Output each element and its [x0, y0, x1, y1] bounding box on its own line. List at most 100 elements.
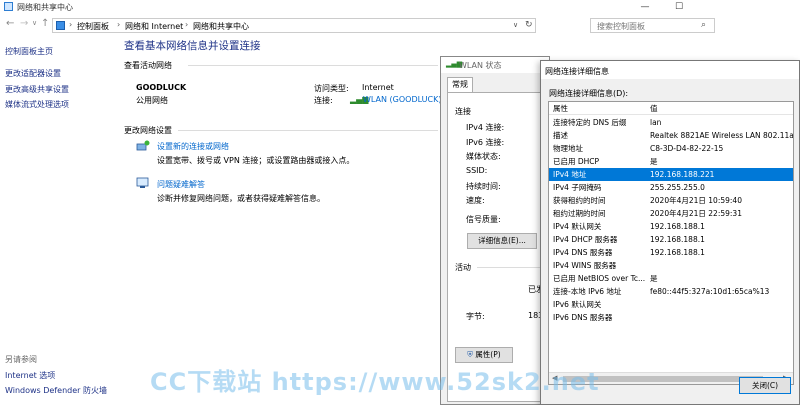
active-networks-title: 查看活动网络	[124, 61, 172, 70]
details-row[interactable]: 已启用 NetBIOS over Tc... 是	[549, 272, 793, 285]
details-row[interactable]: IPv4 DHCP 服务器 192.168.188.1	[549, 233, 793, 246]
details-row[interactable]: 获得租约的时间 2020年4月21日 10:59:40	[549, 194, 793, 207]
divider	[477, 267, 547, 268]
media-state-label: 媒体状态:	[466, 152, 501, 161]
connection-details-dialog: 网络连接详细信息 网络连接详细信息(D): 属性 值 连接特定的 DNS 后缀 l…	[540, 60, 800, 405]
signal-quality-label: 信号质量:	[466, 215, 501, 224]
search-placeholder: 搜索控制面板	[597, 22, 645, 31]
details-row[interactable]: IPv4 DNS 服务器 192.168.188.1	[549, 246, 793, 259]
troubleshoot-link[interactable]: 问题疑难解答	[157, 179, 205, 190]
sidebar-item-media-streaming[interactable]: 媒体流式处理选项	[5, 99, 69, 110]
activity-section-title: 活动	[455, 263, 471, 272]
close-button[interactable]: 关闭(C)	[739, 377, 791, 394]
wlan-connection-link[interactable]: WLAN (GOODLUCK)	[363, 95, 442, 104]
wlan-window-title: WLAN 状态	[459, 61, 502, 70]
back-arrow-icon[interactable]: ←	[6, 18, 14, 29]
details-row[interactable]: 连接-本地 IPv6 地址 fe80::44f5:327a:10d1:65ca%1…	[549, 285, 793, 298]
details-row[interactable]: 描述 Realtek 8821AE Wireless LAN 802.11ac	[549, 129, 793, 142]
details-row[interactable]: IPv6 默认网关	[549, 298, 793, 311]
sidebar-item-change-adapter[interactable]: 更改适配器设置	[5, 68, 61, 79]
refresh-icon[interactable]: ↻	[525, 20, 533, 30]
details-row-value: fe80::44f5:327a:10d1:65ca%13	[650, 287, 770, 296]
speed-label: 速度:	[466, 196, 485, 205]
details-row-property: IPv6 DNS 服务器	[553, 313, 613, 322]
setup-connection-link[interactable]: 设置新的连接或网络	[157, 141, 229, 152]
details-row-value: 是	[650, 274, 658, 283]
details-row-property: IPv4 WINS 服务器	[553, 261, 617, 270]
forward-arrow-icon[interactable]: →	[20, 18, 28, 29]
ipv6-connectivity-label: IPv6 连接:	[466, 138, 505, 147]
details-row-value: 192.168.188.1	[650, 235, 705, 244]
address-bar: ← → ∨ ↑ › 控制面板 › 网络和 Internet › 网络和共享中心 …	[0, 14, 720, 36]
details-row-value: 192.168.188.1	[650, 222, 705, 231]
connection-section-title: 连接	[455, 107, 471, 116]
details-row[interactable]: 已启用 DHCP 是	[549, 155, 793, 168]
divider	[188, 65, 438, 66]
sidebar-item-advanced-sharing[interactable]: 更改高级共享设置	[5, 84, 69, 95]
details-row-property: 连接特定的 DNS 后缀	[553, 118, 627, 127]
search-icon[interactable]: ⌕	[701, 20, 706, 30]
sidebar: 控制面板主页 更改适配器设置 更改高级共享设置 媒体流式处理选项 另请参阅 In…	[0, 36, 118, 405]
bytes-label: 字节:	[466, 312, 485, 321]
dropdown-chevron-icon[interactable]: ∨	[513, 21, 518, 29]
sidebar-item-internet-options[interactable]: Internet 选项	[5, 370, 55, 381]
troubleshoot-description: 诊断并修复网络问题，或者获得疑难解答信息。	[157, 194, 325, 203]
properties-button[interactable]: ⛨ 属性(P)	[455, 347, 513, 363]
properties-button-label: 属性(P)	[475, 350, 501, 359]
details-row[interactable]: 连接特定的 DNS 后缀 lan	[549, 116, 793, 129]
troubleshoot-icon	[136, 177, 150, 189]
details-row-property: 已启用 NetBIOS over Tc...	[553, 274, 646, 283]
details-row-property: IPv4 地址	[553, 170, 587, 179]
sidebar-item-defender-firewall[interactable]: Windows Defender 防火墙	[5, 385, 107, 396]
sidebar-item-control-panel-home[interactable]: 控制面板主页	[5, 46, 53, 57]
up-arrow-icon[interactable]: ↑	[41, 18, 49, 29]
page-title: 查看基本网络信息并设置连接	[124, 40, 261, 52]
minimize-button[interactable]: —	[630, 0, 660, 14]
details-row-value: C8-3D-D4-82-22-15	[650, 144, 724, 153]
maximize-button[interactable]: ☐	[664, 0, 694, 14]
tab-general-label: 常规	[452, 80, 468, 89]
setup-connection-description: 设置宽带、拨号或 VPN 连接；或设置路由器或接入点。	[157, 156, 355, 165]
details-row[interactable]: IPv6 DNS 服务器	[549, 311, 793, 324]
network-icon	[4, 2, 13, 11]
breadcrumb-separator-icon: ›	[117, 20, 121, 29]
details-button[interactable]: 详细信息(E)...	[467, 233, 537, 249]
details-title-bar: 网络连接详细信息	[541, 61, 799, 79]
control-panel-icon	[56, 21, 65, 30]
column-header-value[interactable]: 值	[650, 102, 793, 115]
shield-icon: ⛨	[467, 350, 473, 359]
divider	[178, 130, 438, 131]
access-type-value: Internet	[362, 83, 394, 92]
close-button-label: 关闭(C)	[751, 381, 779, 390]
network-type: 公用网络	[136, 96, 168, 105]
details-dialog-title: 网络连接详细信息	[545, 67, 609, 76]
details-row-property: IPv4 DNS 服务器	[553, 248, 613, 257]
breadcrumb-control-panel[interactable]: 控制面板	[77, 21, 109, 32]
breadcrumb-sharing-center[interactable]: 网络和共享中心	[193, 21, 249, 32]
details-header-row: 属性 值	[549, 102, 793, 115]
change-settings-title: 更改网络设置	[124, 126, 172, 135]
search-input[interactable]: 搜索控制面板 ⌕	[590, 18, 715, 33]
details-row[interactable]: IPv4 子网掩码 255.255.255.0	[549, 181, 793, 194]
breadcrumb-network-internet[interactable]: 网络和 Internet	[125, 21, 183, 32]
watermark: CC下载站 https://www.52sk2.net	[150, 368, 600, 396]
details-list[interactable]: 属性 值 连接特定的 DNS 后缀 lan 描述 Realtek 8821AE Wir…	[548, 101, 794, 385]
breadcrumb-separator-icon: ›	[69, 20, 73, 29]
details-row[interactable]: IPv4 地址 192.168.188.221	[549, 168, 793, 181]
details-row[interactable]: 物理地址 C8-3D-D4-82-22-15	[549, 142, 793, 155]
details-row[interactable]: IPv4 WINS 服务器	[549, 259, 793, 272]
recent-chevron-icon[interactable]: ∨	[32, 19, 37, 27]
tab-general[interactable]: 常规	[447, 77, 473, 93]
see-also-title: 另请参阅	[5, 355, 37, 364]
ipv4-connectivity-label: IPv4 连接:	[466, 123, 505, 132]
details-caption: 网络连接详细信息(D):	[549, 89, 629, 98]
address-field[interactable]: › 控制面板 › 网络和 Internet › 网络和共享中心 ∨ ↻	[52, 18, 536, 33]
details-row-value: lan	[650, 118, 662, 127]
column-header-property[interactable]: 属性	[553, 102, 647, 115]
details-row[interactable]: IPv4 默认网关 192.168.188.1	[549, 220, 793, 233]
duration-label: 持续时间:	[466, 182, 501, 191]
details-button-label: 详细信息(E)...	[478, 236, 526, 245]
access-type-label: 访问类型:	[314, 84, 349, 93]
details-row[interactable]: 租约过期的时间 2020年4月21日 22:59:31	[549, 207, 793, 220]
wlan-status-window: ▂▄▆ WLAN 状态 常规 连接 IPv4 连接: IPv6 连接: 媒体状态…	[440, 56, 551, 405]
